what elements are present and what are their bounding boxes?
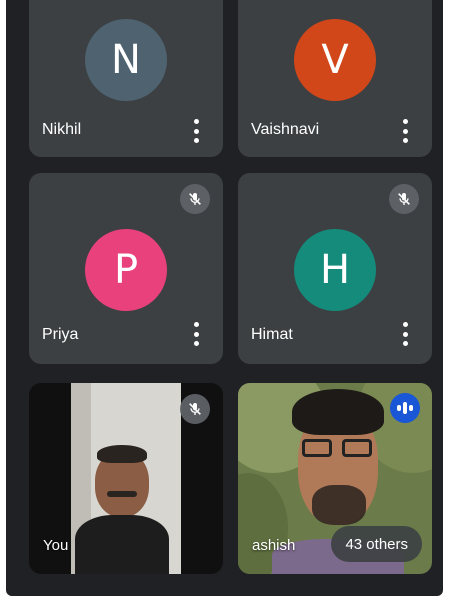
participant-tile-himat[interactable]: H Himat [238,173,432,364]
mic-off-icon [389,184,419,214]
avatar: N [85,19,167,101]
avatar: H [294,229,376,311]
participant-tile-nikhil[interactable]: N Nikhil [29,0,223,157]
participant-tile-self-video[interactable]: You [29,383,223,574]
more-options-icon[interactable] [193,322,199,346]
mic-off-icon [180,184,210,214]
participant-tile-vaishnavi[interactable]: V Vaishnavi [238,0,432,157]
participant-name: Nikhil [42,121,82,138]
audio-level-icon [390,393,420,423]
self-video-person [75,445,169,574]
more-options-icon[interactable] [402,119,408,143]
avatar: P [85,229,167,311]
more-options-icon[interactable] [402,322,408,346]
participant-name: Priya [42,326,79,343]
participant-tile-priya[interactable]: P Priya [29,173,223,364]
meeting-grid: N Nikhil V Vaishnavi P Priya H Himat You… [6,0,443,596]
participant-tile-ashish-video[interactable]: ashish 43 others [238,383,432,574]
participant-name: Vaishnavi [251,121,320,138]
mic-off-icon [180,394,210,424]
more-options-icon[interactable] [193,119,199,143]
others-button[interactable]: 43 others [331,526,422,562]
participant-name: Himat [251,326,293,343]
avatar: V [294,19,376,101]
participant-name: You [43,537,69,554]
participant-name: ashish [252,537,296,554]
